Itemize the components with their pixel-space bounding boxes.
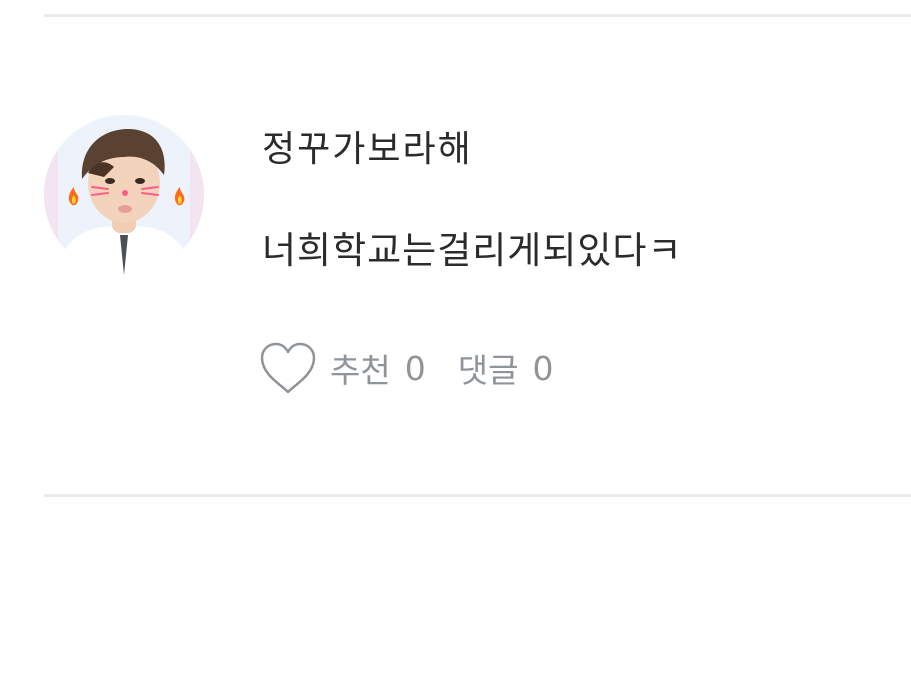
like-button[interactable]: 추천 0 bbox=[258, 340, 426, 396]
avatar-image bbox=[44, 115, 204, 275]
like-label: 추천 bbox=[330, 351, 391, 390]
comment-text: 너희학교는걸리게되있다ㅋ bbox=[262, 229, 683, 272]
bottom-divider bbox=[44, 494, 911, 497]
like-count: 0 bbox=[404, 348, 426, 388]
comment-author[interactable]: 정꾸가보라해 bbox=[262, 126, 473, 174]
reply-button[interactable]: 댓글 0 bbox=[458, 344, 554, 392]
top-divider bbox=[44, 14, 911, 17]
comment-page: 정꾸가보라해 너희학교는걸리게되있다ㅋ 추천 0 댓글 0 bbox=[0, 0, 911, 683]
reply-count: 0 bbox=[532, 348, 554, 388]
heart-outline-icon bbox=[260, 342, 316, 394]
comment-actions: 추천 0 댓글 0 bbox=[258, 338, 553, 398]
reply-label: 댓글 bbox=[457, 351, 519, 390]
avatar[interactable] bbox=[44, 115, 204, 275]
